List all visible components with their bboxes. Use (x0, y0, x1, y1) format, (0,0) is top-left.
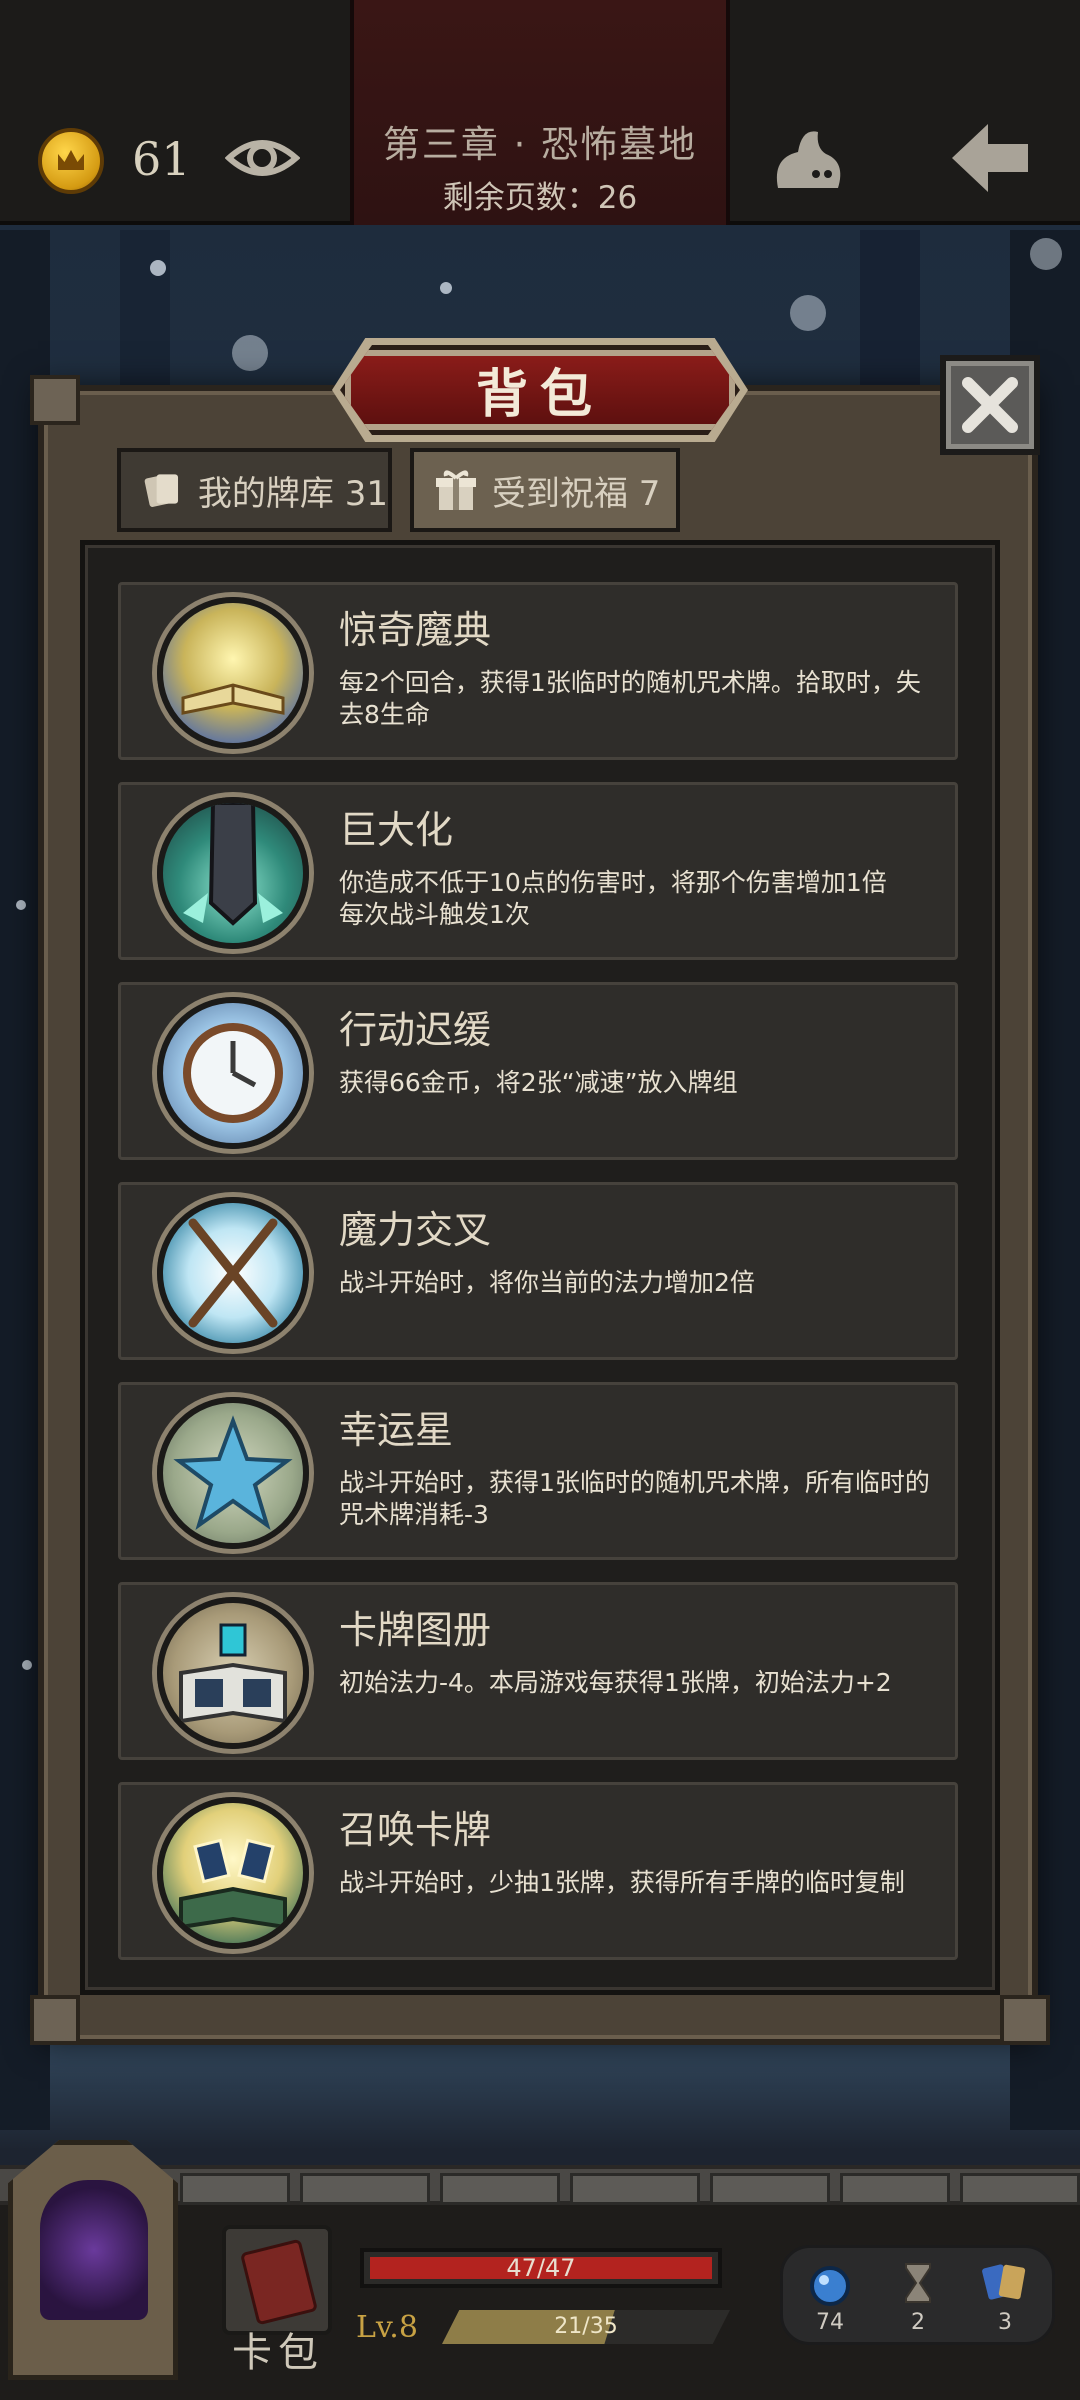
spellbook-icon (239, 2238, 319, 2326)
pages-remaining: 剩余页数：26 (442, 180, 638, 216)
tab-label: 受到祝福 7 (492, 473, 661, 514)
blessing-description: 你造成不低于10点的伤害时，将那个伤害增加1倍 每次战斗触发1次 (339, 868, 887, 929)
blessing-name: 魔力交叉 (339, 1208, 492, 1252)
blessing-description: 战斗开始时，将你当前的法力增加2倍 (339, 1268, 755, 1297)
blessing-card[interactable]: 召唤卡牌 战斗开始时，少抽1张牌，获得所有手牌的临时复制 (118, 1782, 958, 1960)
blessing-description: 初始法力-4。本局游戏每获得1张牌，初始法力+2 (339, 1668, 892, 1697)
open-book-icon (157, 597, 309, 749)
cards-icon (144, 474, 179, 507)
back-arrow-icon[interactable] (948, 118, 1032, 198)
level-label: Lv.8 (356, 2310, 418, 2345)
top-bar: 61 第三章 · 恐怖墓地 剩余页数：26 (0, 0, 1080, 225)
blessing-card[interactable]: 魔力交叉 战斗开始时，将你当前的法力增加2倍 (118, 1182, 958, 1360)
card-bag-label: 卡包 (232, 2330, 324, 2376)
snowflake (16, 900, 26, 910)
blessing-description: 每2个回合，获得1张临时的随机咒术牌。拾取时，失去8生命 (339, 668, 921, 729)
frame-corner (30, 375, 80, 425)
gift-icon (436, 470, 476, 510)
companion-icon[interactable] (768, 118, 848, 198)
gold-count: 61 (132, 132, 191, 186)
blessing-card[interactable]: 惊奇魔典 每2个回合，获得1张临时的随机咒术牌。拾取时，失去8生命 (118, 582, 958, 760)
blessing-name: 召唤卡牌 (339, 1808, 492, 1852)
cards-count: 3 (998, 2310, 1012, 2335)
blessing-card[interactable]: 卡牌图册 初始法力-4。本局游戏每获得1张牌，初始法力+2 (118, 1582, 958, 1760)
tab-my-deck[interactable]: 我的牌库 31 (117, 448, 392, 532)
blessing-name: 幸运星 (339, 1408, 454, 1452)
summon-cards-icon (157, 1797, 309, 1949)
tab-blessings[interactable]: 受到祝福 7 (410, 448, 680, 532)
blessing-description: 战斗开始时，少抽1张牌，获得所有手牌的临时复制 (339, 1868, 905, 1897)
xp-bar: 21/35 (442, 2310, 730, 2344)
snowflake (150, 260, 166, 276)
blessing-description: 战斗开始时，获得1张临时的随机咒术牌，所有临时的咒术牌消耗-3 (339, 1468, 930, 1529)
hourglass-icon[interactable] (888, 2258, 948, 2308)
hero-portrait[interactable] (40, 2180, 148, 2320)
frozen-clock-icon (157, 997, 309, 1149)
cards-icon[interactable] (975, 2258, 1035, 2308)
hourglass-count: 2 (911, 2310, 925, 2335)
frame-corner (1000, 1995, 1050, 2045)
blessing-description: 获得66金币，将2张“减速”放入牌组 (339, 1068, 738, 1097)
chapter-title: 第三章 · 恐怖墓地 (382, 123, 698, 166)
hp-text: 47/47 (506, 2254, 576, 2282)
blessing-card[interactable]: 巨大化 你造成不低于10点的伤害时，将那个伤害增加1倍 每次战斗触发1次 (118, 782, 958, 960)
gold-coin-icon (38, 128, 104, 194)
star-icon (157, 1397, 309, 1549)
chapter-banner: 第三章 · 恐怖墓地 剩余页数：26 (350, 0, 730, 225)
snowflake (232, 335, 268, 371)
eye-icon[interactable] (225, 128, 300, 188)
xp-text: 21/35 (554, 2314, 618, 2339)
giant-sword-icon (157, 797, 309, 949)
card-album-icon (157, 1597, 309, 1749)
hp-bar: 47/47 (360, 2248, 722, 2288)
blessing-name: 惊奇魔典 (339, 608, 492, 652)
crossed-staffs-icon (157, 1197, 309, 1349)
mana-orb-icon[interactable] (800, 2258, 860, 2308)
blessing-name: 卡牌图册 (339, 1608, 492, 1652)
blessing-card[interactable]: 行动迟缓 获得66金币，将2张“减速”放入牌组 (118, 982, 958, 1160)
close-button[interactable] (940, 355, 1040, 455)
snowflake (22, 1660, 32, 1670)
modal-title: 背包 (475, 365, 604, 425)
blessing-card[interactable]: 幸运星 战斗开始时，获得1张临时的随机咒术牌，所有临时的咒术牌消耗-3 (118, 1382, 958, 1560)
snowflake (440, 282, 452, 294)
close-icon (962, 377, 1018, 433)
snowflake (790, 295, 826, 331)
frame-corner (30, 1995, 80, 2045)
blessing-name: 巨大化 (339, 808, 454, 852)
tab-label: 我的牌库 31 (197, 473, 388, 514)
snowflake (1030, 238, 1062, 270)
card-bag-button[interactable] (222, 2225, 332, 2335)
blessing-name: 行动迟缓 (339, 1008, 492, 1052)
mana-count: 74 (816, 2310, 844, 2335)
